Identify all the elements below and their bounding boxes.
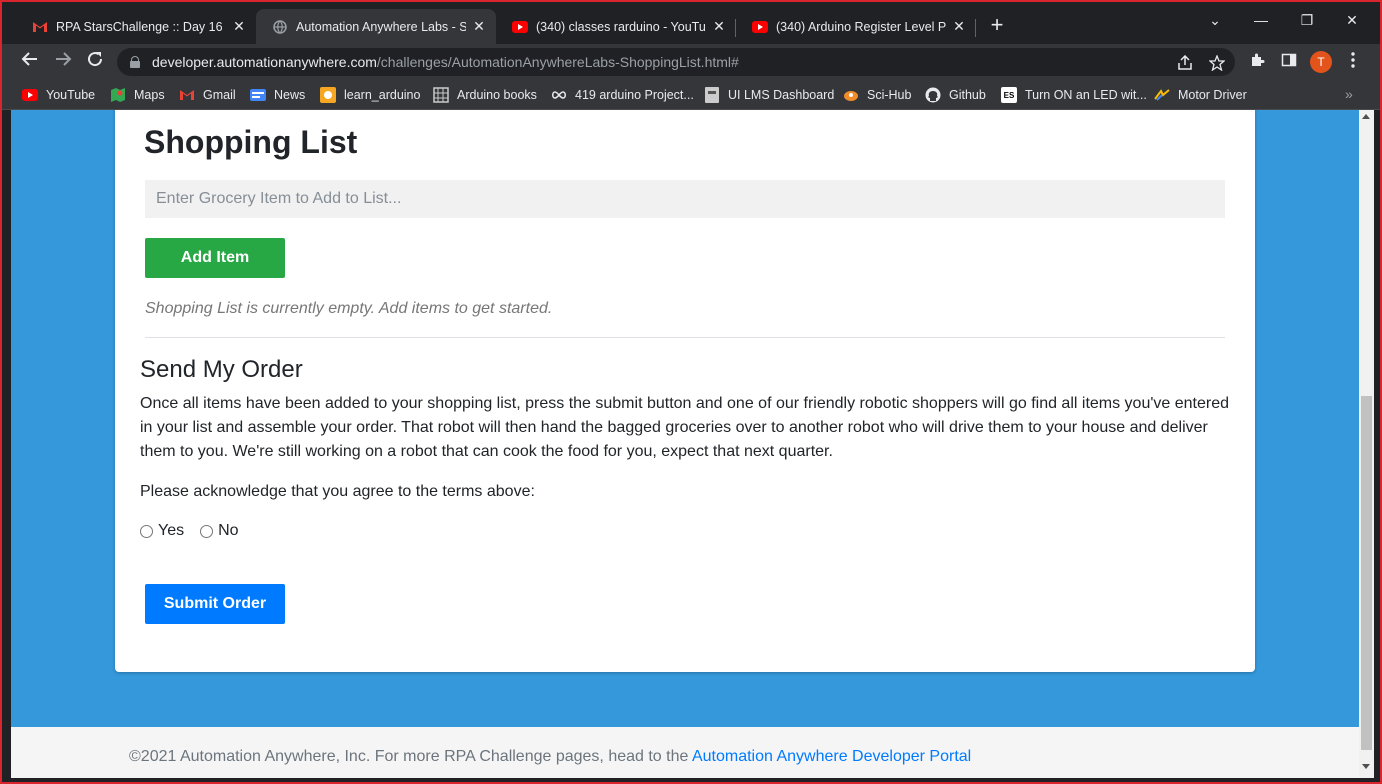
close-icon[interactable]: ✕ (712, 18, 726, 35)
section-divider (145, 337, 1225, 338)
tab-strip: RPA StarsChallenge :: Day 16 - ad ✕ Auto… (2, 2, 1380, 44)
minimize-button[interactable]: — (1246, 12, 1276, 28)
empty-list-message: Shopping List is currently empty. Add it… (145, 300, 553, 317)
share-icon[interactable] (1177, 54, 1193, 75)
address-bar[interactable]: developer.automationanywhere.com/challen… (117, 48, 1235, 76)
bookmark-maps[interactable]: Maps (110, 86, 165, 104)
bookmark-turn-on-led[interactable]: ES Turn ON an LED wit... (1001, 86, 1147, 104)
bookmark-learn-arduino[interactable]: learn_arduino (320, 86, 420, 104)
close-icon[interactable]: ✕ (472, 18, 486, 35)
shopping-list-card: Shopping List Add Item Shopping List is … (115, 110, 1255, 672)
radio-no-label: No (218, 522, 239, 539)
acknowledge-text: Please acknowledge that you agree to the… (140, 483, 535, 500)
bookmark-arduino-books[interactable]: Arduino books (433, 86, 537, 104)
profile-avatar[interactable]: T (1310, 51, 1332, 73)
radio-no[interactable]: No (200, 522, 239, 540)
browser-window: RPA StarsChallenge :: Day 16 - ad ✕ Auto… (0, 0, 1382, 784)
gmail-icon (179, 87, 195, 103)
submit-order-button[interactable]: Submit Order (145, 584, 285, 624)
tab-youtube-arduino[interactable]: (340) Arduino Register Level Prog ✕ (736, 9, 976, 44)
tab-youtube-classes[interactable]: (340) classes rarduino - YouTube ✕ (496, 9, 736, 44)
grocery-item-input[interactable] (145, 180, 1225, 218)
page-footer: ©2021 Automation Anywhere, Inc. For more… (11, 727, 1359, 778)
reload-button[interactable] (83, 50, 107, 74)
bookmark-star-icon[interactable] (1208, 54, 1226, 75)
bookmark-youtube[interactable]: YouTube (22, 86, 95, 104)
terms-radio-group: Yes No (140, 522, 255, 540)
maps-icon (110, 87, 126, 103)
bookmark-news[interactable]: News (250, 86, 305, 104)
close-icon[interactable]: ✕ (232, 18, 246, 35)
window-close-button[interactable]: ✕ (1337, 12, 1367, 29)
bookmarks-overflow-button[interactable]: » (1345, 86, 1353, 102)
restore-button[interactable]: ❐ (1292, 12, 1322, 29)
globe-icon (272, 19, 288, 35)
scroll-down-arrow-icon[interactable] (1362, 764, 1370, 769)
section-title: Send My Order (140, 356, 303, 383)
bookmark-motor-driver[interactable]: Motor Driver (1154, 86, 1247, 104)
page-viewport: Shopping List Add Item Shopping List is … (11, 110, 1359, 778)
browser-toolbar: developer.automationanywhere.com/challen… (2, 44, 1380, 80)
lms-icon (704, 87, 720, 103)
books-icon (433, 87, 449, 103)
radio-yes[interactable]: Yes (140, 522, 184, 540)
es-icon: ES (1001, 87, 1017, 103)
back-arrow-icon (21, 52, 37, 66)
forward-arrow-icon (56, 52, 72, 66)
youtube-icon (512, 19, 528, 35)
bookmark-arduino-projects[interactable]: 419 arduino Project... (551, 86, 694, 104)
lock-icon (130, 56, 140, 68)
scrollbar-thumb[interactable] (1361, 396, 1372, 750)
back-button[interactable] (18, 50, 42, 74)
new-tab-button[interactable]: + (985, 14, 1009, 38)
forward-button[interactable] (51, 50, 75, 74)
scihub-icon (843, 87, 859, 103)
tab-gmail[interactable]: RPA StarsChallenge :: Day 16 - ad ✕ (16, 9, 256, 44)
order-description: Once all items have been added to your s… (140, 395, 1230, 460)
footer-text: ©2021 Automation Anywhere, Inc. For more… (129, 748, 972, 765)
bookmarks-bar: YouTube Maps Gmail News learn_arduino Ar… (2, 80, 1380, 110)
tab-automation-anywhere[interactable]: Automation Anywhere Labs - Sho ✕ (256, 9, 496, 44)
tab-search-icon[interactable]: ⌄ (1200, 12, 1230, 29)
scroll-up-arrow-icon[interactable] (1362, 114, 1370, 119)
url-text: developer.automationanywhere.com/challen… (152, 54, 739, 70)
github-icon (925, 87, 941, 103)
youtube-icon (752, 19, 768, 35)
reload-icon (88, 52, 103, 67)
news-icon (250, 87, 266, 103)
motor-icon (1154, 87, 1170, 103)
menu-icon[interactable] (1343, 52, 1363, 72)
bookmark-gmail[interactable]: Gmail (179, 86, 236, 104)
bookmark-scihub[interactable]: Sci-Hub (843, 86, 911, 104)
page-title: Shopping List (144, 124, 358, 160)
extensions-icon[interactable] (1247, 52, 1267, 72)
gmail-icon (32, 19, 48, 35)
radio-button-no[interactable] (200, 524, 214, 538)
arduino-icon (320, 87, 336, 103)
radio-button-yes[interactable] (140, 524, 153, 538)
bookmark-github[interactable]: Github (925, 86, 986, 104)
vertical-scrollbar[interactable] (1359, 110, 1374, 778)
close-icon[interactable]: ✕ (952, 18, 966, 35)
bookmark-ui-lms[interactable]: UI LMS Dashboard (704, 86, 834, 104)
radio-yes-label: Yes (158, 522, 185, 539)
tab-separator (975, 19, 976, 37)
side-panel-icon[interactable] (1279, 52, 1299, 72)
infinity-icon (551, 87, 567, 103)
add-item-button[interactable]: Add Item (145, 238, 285, 278)
developer-portal-link[interactable]: Automation Anywhere Developer Portal (692, 748, 971, 765)
youtube-icon (22, 87, 38, 103)
